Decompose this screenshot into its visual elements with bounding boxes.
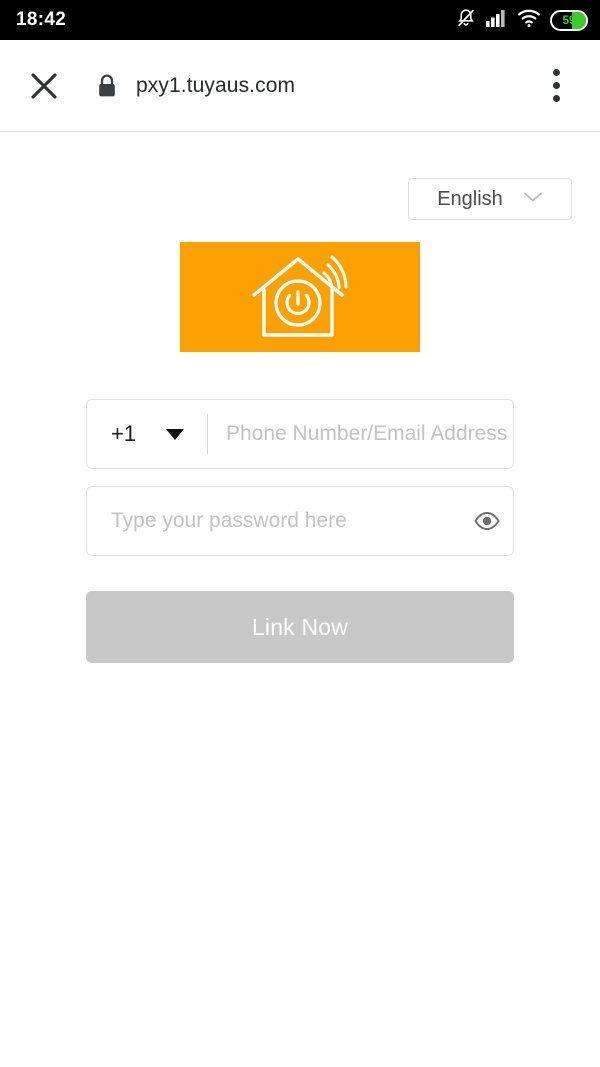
country-code-value: +1	[111, 421, 137, 446]
status-icons: 59	[455, 7, 588, 34]
battery-level: 59	[562, 13, 576, 27]
password-field-row	[86, 486, 514, 556]
status-clock: 18:42	[16, 9, 67, 30]
menu-dot	[552, 69, 560, 76]
chevron-down-icon	[523, 190, 543, 208]
page-content: English +1 Phone Number/Email Address Li…	[0, 133, 600, 1067]
battery-icon: 59	[550, 9, 588, 31]
eye-icon[interactable]	[461, 487, 513, 555]
language-selector[interactable]: English	[408, 178, 572, 220]
menu-dot	[552, 95, 560, 102]
menu-dot	[552, 82, 560, 89]
cellular-signal-icon	[486, 8, 508, 33]
status-bar: 18:42 59	[0, 0, 600, 40]
caret-down-icon	[166, 428, 185, 440]
country-code-selector[interactable]: +1	[87, 400, 207, 468]
url-text[interactable]: pxy1.tuyaus.com	[136, 74, 295, 98]
smart-home-logo	[180, 242, 420, 352]
link-now-button[interactable]: Link Now	[86, 591, 514, 663]
language-row: English	[0, 133, 600, 220]
browser-toolbar: pxy1.tuyaus.com	[0, 40, 600, 132]
phone-field-row: +1	[86, 399, 514, 469]
login-form: +1 Link Now	[0, 352, 600, 663]
language-label: English	[437, 187, 503, 210]
bell-muted-icon	[455, 7, 477, 34]
overflow-menu-icon[interactable]	[534, 64, 578, 108]
lock-icon	[96, 73, 118, 99]
close-icon[interactable]	[22, 64, 66, 108]
wifi-icon	[517, 8, 541, 33]
mobile-screen: 18:42 59 pxy1.tuyaus.com English +1 Phon…	[0, 0, 600, 1067]
password-input[interactable]	[87, 487, 461, 555]
logo-row	[0, 242, 600, 352]
phone-or-email-input[interactable]	[208, 400, 513, 468]
